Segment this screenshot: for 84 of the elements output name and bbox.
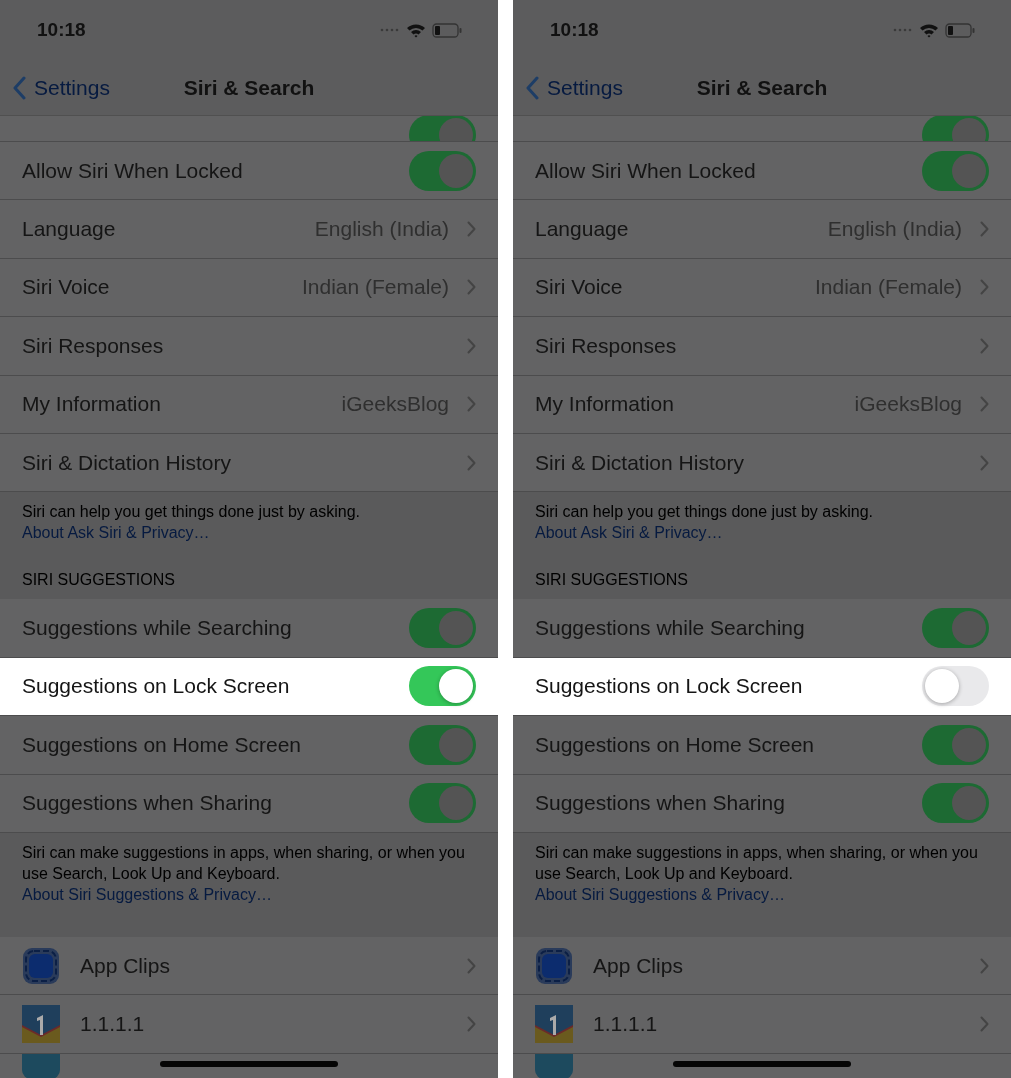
settings-row[interactable]: 1.1.1.1: [513, 995, 1011, 1054]
wifi-icon: [919, 22, 939, 38]
toggle-switch[interactable]: [409, 608, 476, 649]
toggle-switch[interactable]: [409, 724, 476, 765]
row-label: Suggestions when Sharing: [22, 791, 272, 816]
back-button[interactable]: Settings: [513, 75, 623, 100]
footer-note: Siri can make suggestions in apps, when sharing, or when you use Search, Look Up and Keyboard. About Siri Suggestions & Privacy…: [534, 842, 979, 905]
chevron-icon: [980, 396, 989, 413]
footer-note: Siri can help you get things done just by asking. About Ask Siri & Privacy…: [534, 502, 874, 544]
battery-icon: [432, 22, 462, 38]
chevron-icon: [980, 1016, 989, 1032]
row-label: Siri Voice: [535, 275, 623, 300]
back-chevron-icon: [525, 75, 539, 100]
chevron-icon: [467, 279, 476, 296]
privacy-link[interactable]: About Ask Siri & Privacy…: [535, 524, 723, 542]
row-label: Suggestions on Lock Screen: [535, 674, 803, 699]
toggle-switch[interactable]: [922, 724, 989, 765]
section-header: SIRI SUGGESTIONS: [534, 570, 689, 591]
chevron-icon: [467, 454, 476, 471]
chevron-icon: [980, 454, 989, 471]
row-label: Siri Voice: [22, 275, 110, 300]
signal-icon: [380, 28, 400, 32]
settings-row[interactable]: Siri & Dictation History: [0, 433, 498, 493]
row-label: Siri Responses: [22, 333, 164, 358]
wifi-icon: [406, 22, 426, 38]
battery-icon: [945, 22, 975, 38]
row-label: Siri & Dictation History: [22, 450, 231, 475]
chevron-icon: [980, 337, 989, 354]
toggle-switch[interactable]: [409, 666, 476, 707]
toggle-switch[interactable]: [409, 150, 476, 191]
nav-title: Siri & Search: [183, 75, 315, 100]
row-label: Suggestions on Home Screen: [22, 732, 301, 757]
app-icon: [535, 1005, 573, 1043]
settings-row[interactable]: Siri & Dictation History: [513, 433, 1011, 493]
row-label: Language: [22, 217, 116, 242]
chevron-icon: [980, 221, 989, 238]
settings-row[interactable]: Siri Responses: [0, 317, 498, 376]
chevron-icon: [980, 279, 989, 296]
app-icon: [22, 1005, 60, 1043]
privacy-link[interactable]: About Siri Suggestions & Privacy…: [22, 885, 272, 903]
row-label: 1.1.1.1: [80, 1012, 145, 1036]
row-label: App Clips: [80, 953, 170, 978]
row-label: Language: [535, 217, 629, 242]
status-time: 10:18: [550, 19, 599, 41]
back-button[interactable]: Settings: [0, 75, 110, 100]
footer-note: Siri can help you get things done just by asking. About Ask Siri & Privacy…: [21, 502, 361, 544]
toggle-switch[interactable]: [922, 608, 989, 649]
back-chevron-icon: [12, 75, 26, 100]
chevron-icon: [467, 396, 476, 413]
row-label: Suggestions on Lock Screen: [22, 674, 290, 699]
row-label: App Clips: [593, 953, 683, 978]
row-label: Siri Responses: [535, 333, 677, 358]
chevron-icon: [467, 1016, 476, 1032]
row-label: My Information: [535, 392, 674, 417]
chevron-icon: [980, 957, 989, 974]
row-label: Siri & Dictation History: [535, 450, 744, 475]
row-label: Suggestions when Sharing: [535, 791, 785, 816]
signal-icon: [893, 28, 913, 32]
toggle-switch[interactable]: [922, 150, 989, 191]
app-clips-icon: [22, 946, 60, 985]
row-label: Allow Siri When Locked: [535, 158, 756, 183]
settings-row[interactable]: App Clips: [0, 936, 498, 996]
settings-row[interactable]: 1.1.1.1: [0, 995, 498, 1054]
privacy-link[interactable]: About Siri Suggestions & Privacy…: [535, 885, 785, 903]
row-label: Allow Siri When Locked: [22, 158, 243, 183]
toggle-switch[interactable]: [922, 783, 989, 824]
privacy-link[interactable]: About Ask Siri & Privacy…: [22, 524, 210, 542]
footer-note: Siri can make suggestions in apps, when sharing, or when you use Search, Look Up and Keyboard. About Siri Suggestions & Privacy…: [21, 842, 466, 905]
chevron-icon: [467, 337, 476, 354]
chevron-icon: [467, 957, 476, 974]
chevron-icon: [467, 221, 476, 238]
nav-title: Siri & Search: [696, 75, 828, 100]
app-clips-icon: [535, 946, 573, 985]
toggle-switch[interactable]: [409, 783, 476, 824]
row-label: 1.1.1.1: [593, 1012, 658, 1036]
row-label: My Information: [22, 392, 161, 417]
row-label: Suggestions while Searching: [22, 616, 292, 641]
settings-row[interactable]: App Clips: [513, 936, 1011, 996]
settings-row[interactable]: Siri Responses: [513, 317, 1011, 376]
status-time: 10:18: [37, 19, 86, 41]
section-header: SIRI SUGGESTIONS: [21, 570, 176, 591]
row-label: Suggestions on Home Screen: [535, 732, 814, 757]
toggle-switch[interactable]: [922, 666, 989, 707]
row-label: Suggestions while Searching: [535, 616, 805, 641]
